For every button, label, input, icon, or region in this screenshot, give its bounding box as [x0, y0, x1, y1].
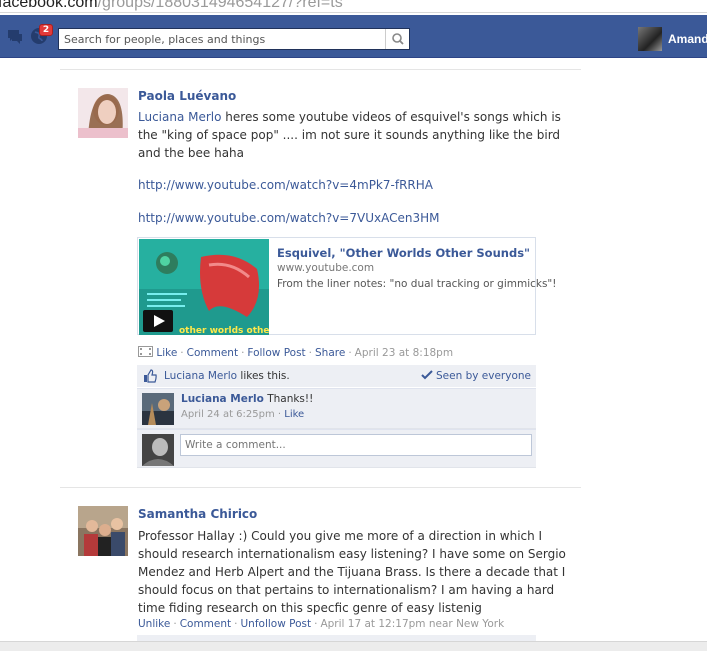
follow-post-link[interactable]: Follow Post	[247, 347, 305, 359]
mention-link[interactable]: Luciana Merlo	[138, 110, 221, 124]
shared-video-attachment[interactable]: other worlds other sounds Esquivel, "Oth…	[137, 237, 556, 335]
write-comment-input[interactable]	[180, 434, 532, 456]
checkmark-icon	[420, 370, 433, 380]
share-domain: www.youtube.com	[277, 262, 375, 274]
youtube-link-2[interactable]: http://www.youtube.com/watch?v=7VUxACen3…	[138, 211, 439, 225]
video-icon	[138, 346, 153, 359]
profile-avatar[interactable]	[638, 27, 662, 51]
search-box	[58, 28, 410, 50]
unlike-link[interactable]: Unlike	[138, 618, 170, 630]
notification-badge: 2	[39, 24, 53, 36]
browser-url-bar[interactable]: facebook.com/groups/188031494654127/?ref…	[0, 0, 707, 13]
post-divider	[60, 487, 581, 488]
search-icon	[392, 33, 404, 45]
comments-area: Luciana Merlo likes this. Seen by everyo…	[137, 365, 536, 468]
youtube-link-1[interactable]: http://www.youtube.com/watch?v=4mPk7-fRR…	[138, 178, 433, 192]
post-author-name[interactable]: Paola Luévano	[138, 89, 236, 103]
comment-text: Thanks!!	[263, 393, 314, 405]
post-timestamp[interactable]: April 17 at 12:17pm near New York	[320, 618, 504, 630]
comment-time[interactable]: April 24 at 6:25pm	[181, 409, 275, 420]
share-description: From the liner notes: "no dual tracking …	[277, 278, 557, 290]
video-thumbnail[interactable]: other worlds other sounds	[139, 239, 269, 335]
like-link[interactable]: Like	[156, 347, 177, 359]
facebook-top-bar: 2 Amand	[0, 15, 707, 58]
paola-avatar[interactable]	[78, 88, 128, 138]
post-body: Luciana Merlo heres some youtube videos …	[138, 108, 568, 162]
likes-text: Luciana Merlo likes this.	[164, 370, 290, 382]
url-text: facebook.com/groups/188031494654127/?ref…	[0, 0, 343, 11]
liker-name[interactable]: Luciana Merlo	[164, 370, 237, 382]
search-input[interactable]	[59, 29, 385, 49]
post-actions: Unlike · Comment · Unfollow Post · April 17 at…	[138, 618, 505, 630]
profile-name-link[interactable]: Amand	[668, 32, 707, 46]
thumbs-up-icon	[143, 369, 157, 386]
comment-like-link[interactable]: Like	[284, 409, 304, 420]
comment-author-link[interactable]: Luciana Merlo	[181, 393, 264, 405]
current-user-avatar	[142, 434, 174, 466]
comment-meta: April 24 at 6:25pm · Like	[181, 409, 305, 420]
post-actions: Like · Comment · Follow Post · Share · April 23 …	[138, 346, 453, 359]
post-divider	[60, 69, 581, 70]
thumb-caption: other worlds other sounds	[179, 326, 269, 335]
comment-link[interactable]: Comment	[180, 618, 231, 630]
share-link[interactable]: Share	[315, 347, 345, 359]
comment-item: Luciana Merlo Thanks!! April 24 at 6:25p…	[137, 388, 536, 429]
post-timestamp[interactable]: April 23 at 8:18pm	[355, 347, 453, 359]
samantha-avatar[interactable]	[78, 506, 128, 556]
comment-author: Luciana Merlo Thanks!!	[181, 393, 313, 405]
search-button[interactable]	[385, 29, 409, 49]
commenter-avatar[interactable]	[142, 393, 174, 425]
write-comment-row	[137, 429, 536, 468]
post-author-name[interactable]: Samantha Chirico	[138, 507, 257, 521]
seen-by-everyone[interactable]: Seen by everyone	[420, 370, 531, 382]
horizontal-scrollbar[interactable]	[0, 641, 707, 651]
post-body: Professor Hallay :) Could you give me mo…	[138, 529, 566, 615]
share-title[interactable]: Esquivel, "Other Worlds Other Sounds"	[277, 246, 530, 260]
messages-icon[interactable]	[6, 27, 24, 45]
comment-link[interactable]: Comment	[187, 347, 238, 359]
unfollow-post-link[interactable]: Unfollow Post	[240, 618, 311, 630]
likes-row: Luciana Merlo likes this. Seen by everyo…	[137, 365, 536, 388]
